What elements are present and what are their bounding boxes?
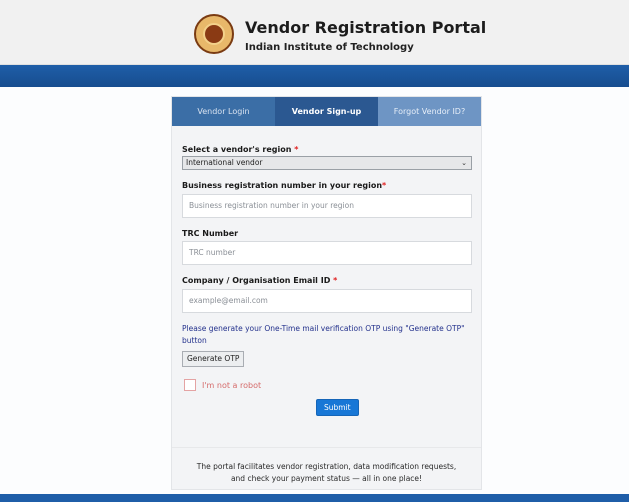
tab-bar: Vendor Login Vendor Sign-up Forgot Vendo… xyxy=(172,97,481,126)
institute-seal-logo xyxy=(194,14,234,54)
brn-input[interactable]: Business registration number in your reg… xyxy=(182,194,472,218)
brn-label: Business registration number in your reg… xyxy=(182,181,387,190)
footer-text: The portal facilitates vendor registrati… xyxy=(172,461,481,485)
card-divider xyxy=(172,447,481,448)
email-input[interactable]: example@email.com xyxy=(182,289,472,313)
submit-button[interactable]: Submit xyxy=(316,399,359,416)
region-selected-value: International vendor xyxy=(186,158,263,167)
email-label: Company / Organisation Email ID * xyxy=(182,276,338,285)
captcha-checkbox[interactable] xyxy=(184,379,196,391)
trc-input[interactable]: TRC number xyxy=(182,241,472,265)
captcha-widget: I'm not a robot xyxy=(184,379,261,391)
footer-line-1: The portal facilitates vendor registrati… xyxy=(196,462,457,471)
chevron-down-icon: ⌄ xyxy=(461,159,467,167)
tab-vendor-signup[interactable]: Vendor Sign-up xyxy=(275,97,378,126)
tab-vendor-login[interactable]: Vendor Login xyxy=(172,97,275,126)
bottom-bar xyxy=(0,494,629,502)
tab-forgot-vendor-id[interactable]: Forgot Vendor ID? xyxy=(378,97,481,126)
otp-instruction: Please generate your One-Time mail verif… xyxy=(182,324,465,345)
region-label: Select a vendor's region * xyxy=(182,145,299,154)
trc-label: TRC Number xyxy=(182,229,239,238)
captcha-label: I'm not a robot xyxy=(202,380,262,390)
footer-line-2: and check your payment status — all in o… xyxy=(230,474,423,483)
blue-nav-bar xyxy=(0,65,629,87)
generate-otp-button[interactable]: Generate OTP xyxy=(182,351,245,367)
region-select[interactable]: International vendor ⌄ xyxy=(182,156,472,170)
portal-title: Vendor Registration Portal xyxy=(245,18,487,37)
signup-card: Vendor Login Vendor Sign-up Forgot Vendo… xyxy=(171,96,482,490)
portal-subtitle: Indian Institute of Technology xyxy=(245,42,414,53)
header-bar: Vendor Registration Portal Indian Instit… xyxy=(0,0,629,65)
